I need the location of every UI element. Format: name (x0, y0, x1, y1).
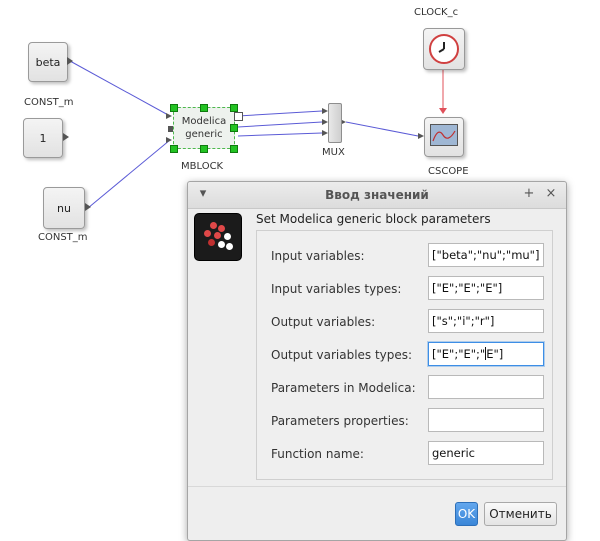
mux-caption: MUX (322, 147, 345, 158)
scilab-block-icon (194, 213, 242, 261)
input-variables-field[interactable]: ["beta";"nu";"mu"] (428, 243, 544, 267)
link-nu-mblock[interactable] (87, 139, 171, 209)
link-mblock-mux-3[interactable] (237, 132, 323, 137)
const-bottom-caption: CONST_m (38, 232, 88, 243)
input-variables-types-field[interactable]: ["E";"E";"E"] (428, 276, 544, 300)
mblock-line1: Modelica (181, 116, 227, 127)
parameters-in-modelica-field[interactable] (428, 375, 544, 399)
event-arrow (439, 108, 447, 114)
clock-icon (429, 34, 459, 64)
const-block-one-label: 1 (39, 131, 47, 145)
selection-handle[interactable] (230, 124, 238, 132)
link-mblock-mux-1[interactable] (237, 110, 323, 117)
parameters-dialog: ▾ Ввод значений + × Set Modelica generic… (187, 181, 567, 541)
parameters-properties-label: Parameters properties: (271, 414, 409, 428)
dialog-titlebar[interactable]: ▾ Ввод значений + × (188, 182, 566, 209)
mblock-caption: MBLOCK (181, 161, 224, 172)
output-variables-label: Output variables: (271, 315, 376, 329)
selection-handle[interactable] (170, 145, 178, 153)
const-block-nu-label: nu (57, 201, 71, 215)
selection-handle[interactable] (200, 104, 208, 112)
scope-icon (430, 124, 458, 146)
const-block-beta-label: beta (35, 55, 61, 69)
pin-icon[interactable]: + (521, 186, 537, 201)
mblock-input-port-3 (166, 137, 172, 143)
selection-handle[interactable] (170, 104, 178, 112)
parameters-in-modelica-label: Parameters in Modelica: (271, 381, 416, 395)
dialog-separator (188, 486, 566, 487)
input-variables-types-label: Input variables types: (271, 282, 402, 296)
mblock-input-port-1 (166, 113, 172, 119)
const-nu-output-port (85, 203, 91, 211)
selection-handle[interactable] (230, 145, 238, 153)
close-icon[interactable]: × (543, 186, 559, 201)
input-variables-label: Input variables: (271, 249, 365, 263)
cancel-button[interactable]: Отменить (484, 502, 557, 526)
function-name-label: Function name: (271, 447, 364, 461)
mblock-block[interactable]: Modelica generic (173, 107, 235, 149)
const-top-caption: CONST_m (24, 97, 74, 108)
output-variables-field[interactable]: ["s";"i";"r"] (428, 309, 544, 333)
link-mblock-mux-2[interactable] (237, 121, 323, 128)
clock-block[interactable] (423, 28, 465, 70)
cscope-block[interactable] (424, 117, 464, 157)
field-text-after-caret: E"] (486, 347, 504, 361)
function-name-field[interactable]: generic (428, 441, 544, 465)
cscope-caption: CSCOPE (428, 166, 469, 177)
ok-button[interactable]: OK (455, 502, 478, 526)
const-block-beta[interactable]: beta (28, 42, 68, 82)
const-beta-output-port (67, 57, 73, 65)
output-variables-types-label: Output variables types: (271, 348, 413, 362)
selection-handle[interactable] (200, 145, 208, 153)
mblock-output-port-1 (234, 112, 243, 121)
selection-handle[interactable] (230, 104, 238, 112)
const-block-nu[interactable]: nu (43, 187, 85, 229)
parameters-form: Input variables: ["beta";"nu";"mu"] Inpu… (256, 230, 553, 480)
dialog-title: Ввод значений (325, 188, 429, 202)
field-text-before-caret: ["E";"E";" (432, 347, 486, 361)
mblock-line2: generic (185, 129, 223, 140)
parameters-properties-field[interactable] (428, 408, 544, 432)
clock-caption: CLOCK_c (414, 7, 459, 18)
const-one-output-port (63, 133, 69, 141)
const-block-one[interactable]: 1 (23, 118, 63, 158)
output-variables-types-field[interactable]: ["E";"E";"E"] (428, 342, 544, 366)
mux-block[interactable] (328, 103, 342, 143)
link-beta-mblock[interactable] (69, 60, 171, 117)
link-mux-cscope[interactable] (345, 121, 419, 137)
dialog-heading: Set Modelica generic block parameters (256, 212, 491, 226)
